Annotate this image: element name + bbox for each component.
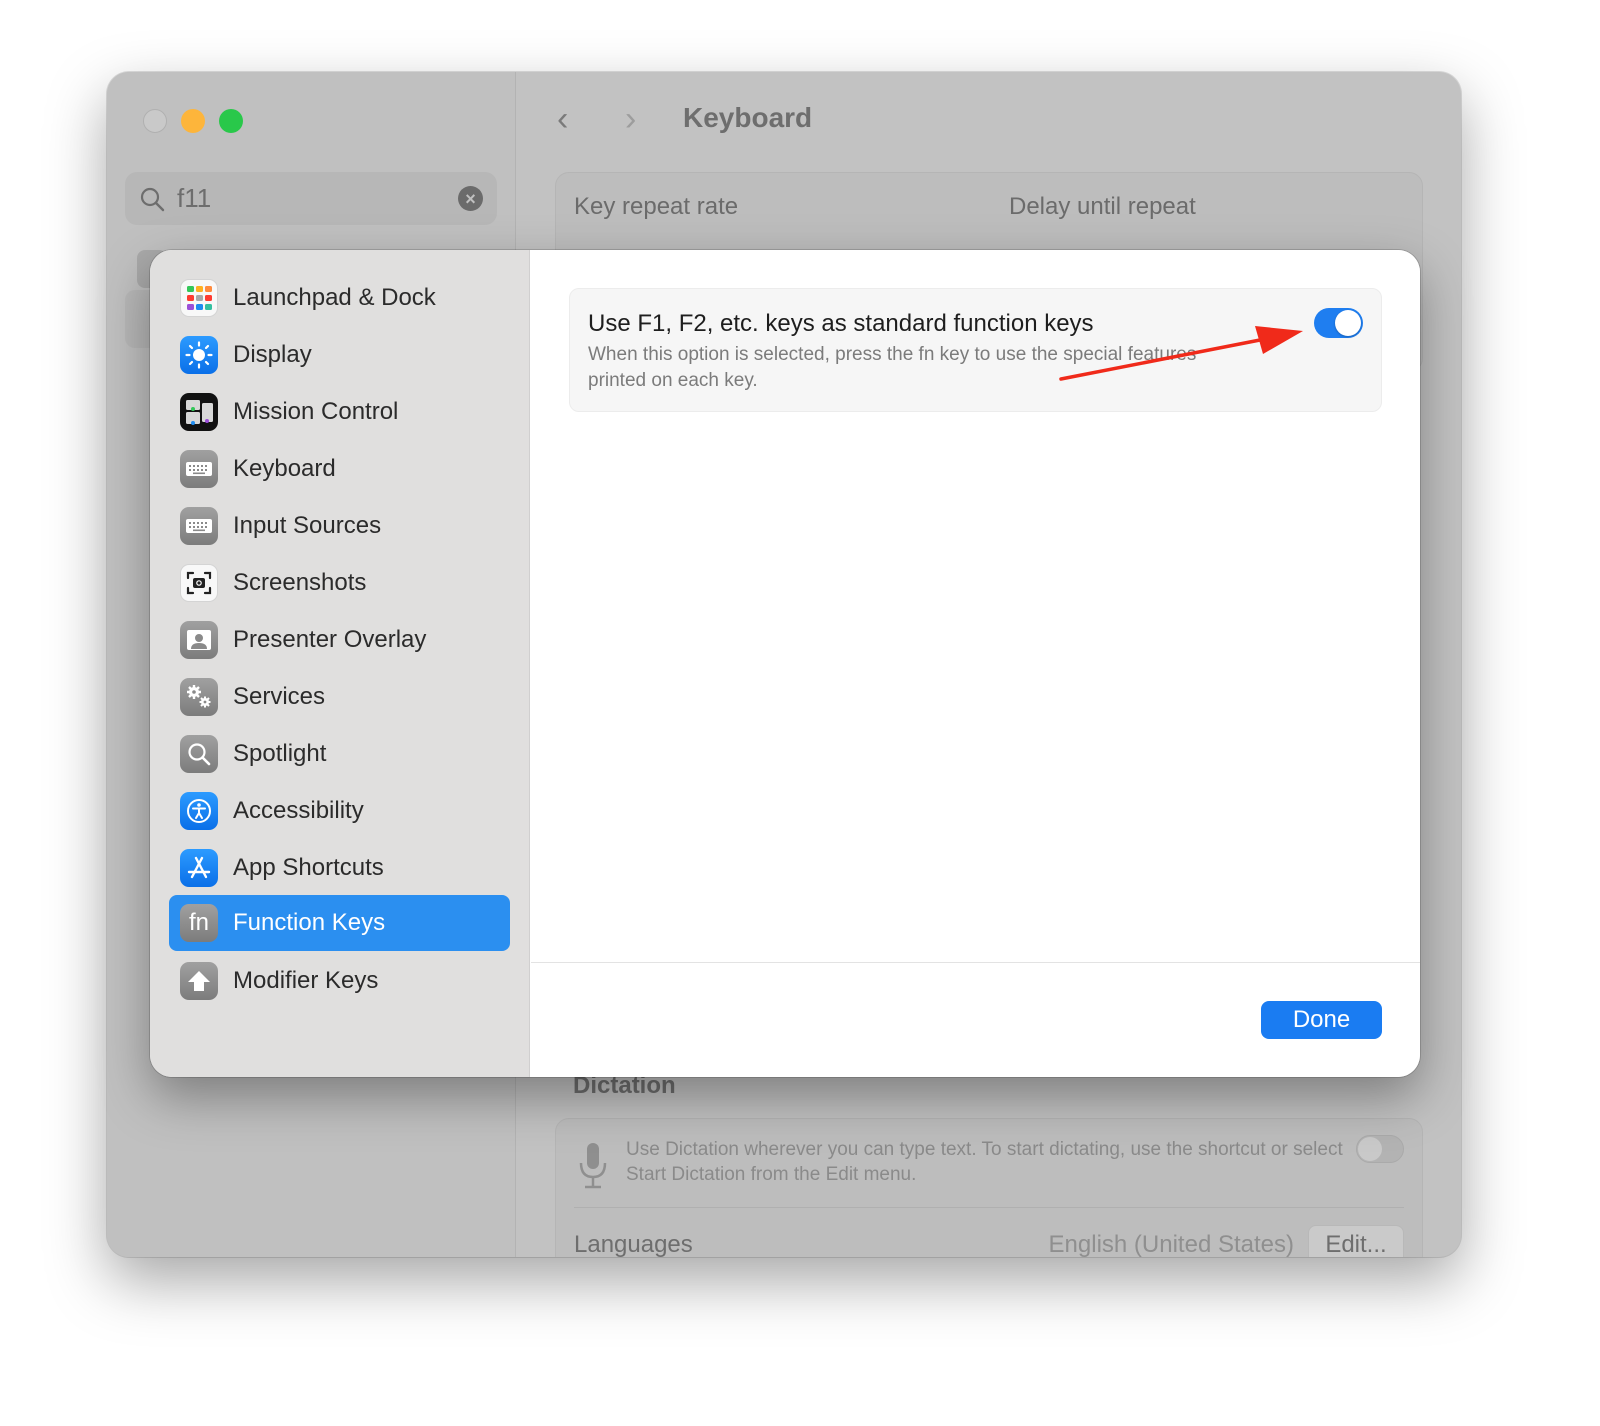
sidebar-item-services[interactable]: Services <box>169 669 510 725</box>
divider <box>531 962 1420 963</box>
launchpad-icon <box>180 279 218 317</box>
shift-arrow-icon <box>180 962 218 1000</box>
sidebar-item-label: Presenter Overlay <box>233 626 427 653</box>
sidebar-item-label: Keyboard <box>233 455 336 482</box>
page-title: Keyboard <box>683 102 813 133</box>
sidebar-item-accessibility[interactable]: Accessibility <box>169 783 510 839</box>
sidebar-item-label: App Shortcuts <box>233 854 384 881</box>
chevron-right-icon[interactable]: › <box>625 102 636 136</box>
sidebar-item-label: Display <box>233 341 312 368</box>
fn-glyph: fn <box>188 909 209 936</box>
zoom-window-button[interactable] <box>219 109 243 133</box>
camera-icon <box>180 564 218 602</box>
sidebar-item-display[interactable]: Display <box>169 327 510 383</box>
person-icon <box>180 621 218 659</box>
key-repeat-rate-label: Key repeat rate <box>574 193 739 220</box>
dictation-toggle[interactable] <box>1356 1135 1404 1163</box>
sidebar-item-label: Modifier Keys <box>233 967 379 994</box>
gears-icon <box>180 678 218 716</box>
search-input[interactable]: f11 × <box>125 172 497 225</box>
minimize-window-button[interactable] <box>181 109 205 133</box>
sidebar-item-label: Accessibility <box>233 797 364 824</box>
keyboard-icon <box>180 507 218 545</box>
dictation-description: Use Dictation wherever you can type text… <box>626 1139 1343 1185</box>
sidebar-item-screenshots[interactable]: Screenshots <box>169 555 510 611</box>
app-store-icon <box>180 849 218 887</box>
sidebar-item-input-sources[interactable]: Input Sources <box>169 498 510 554</box>
option-description: When this option is selected, press the … <box>588 344 1197 391</box>
fn-icon: fn <box>180 904 218 942</box>
function-keys-pane: Use F1, F2, etc. keys as standard functi… <box>531 250 1420 1077</box>
sidebar-item-mission-control[interactable]: Mission Control <box>169 384 510 440</box>
search-icon <box>140 187 165 211</box>
mission-control-icon <box>180 393 218 431</box>
sidebar-item-launchpad-dock[interactable]: Launchpad & Dock <box>169 270 510 326</box>
sidebar-item-label: Screenshots <box>233 569 367 596</box>
sidebar-item-spotlight[interactable]: Spotlight <box>169 726 510 782</box>
function-keys-option: Use F1, F2, etc. keys as standard functi… <box>569 288 1382 412</box>
function-keys-toggle[interactable] <box>1314 308 1363 338</box>
chevron-left-icon[interactable]: ‹ <box>557 102 568 136</box>
magnifier-icon <box>180 735 218 773</box>
option-title: Use F1, F2, etc. keys as standard functi… <box>588 310 1094 337</box>
microphone-icon <box>579 1143 607 1189</box>
keyboard-shortcuts-sheet: Launchpad & Dock Display Mission Control… <box>150 250 1420 1077</box>
done-button[interactable]: Done <box>1261 1001 1382 1039</box>
close-window-button[interactable] <box>143 109 167 133</box>
sidebar-item-label: Input Sources <box>233 512 382 539</box>
sidebar-item-label: Spotlight <box>233 740 327 767</box>
sidebar-item-label: Mission Control <box>233 398 399 425</box>
accessibility-icon <box>180 792 218 830</box>
sidebar-item-modifier-keys[interactable]: Modifier Keys <box>169 953 510 1009</box>
display-brightness-icon <box>180 336 218 374</box>
clear-icon[interactable]: × <box>458 186 483 211</box>
languages-value: English (United States) <box>1048 1231 1294 1257</box>
sidebar-item-label: Function Keys <box>233 909 386 936</box>
languages-label: Languages <box>574 1231 693 1257</box>
sidebar-item-label: Launchpad & Dock <box>233 284 436 311</box>
keyboard-icon <box>180 450 218 488</box>
sidebar-item-app-shortcuts[interactable]: App Shortcuts <box>169 840 510 896</box>
dictation-card: Use Dictation wherever you can type text… <box>555 1118 1423 1257</box>
divider <box>574 1207 1404 1208</box>
edit-languages-button[interactable]: Edit... <box>1308 1225 1404 1257</box>
sidebar-item-label: Services <box>233 683 326 710</box>
sidebar-item-presenter-overlay[interactable]: Presenter Overlay <box>169 612 510 668</box>
search-value: f11 <box>177 183 212 213</box>
sidebar-item-keyboard[interactable]: Keyboard <box>169 441 510 497</box>
sidebar-item-function-keys[interactable]: fn Function Keys <box>169 895 510 951</box>
shortcuts-sidebar: Launchpad & Dock Display Mission Control… <box>150 250 530 1077</box>
delay-until-repeat-label: Delay until repeat <box>1009 193 1196 220</box>
